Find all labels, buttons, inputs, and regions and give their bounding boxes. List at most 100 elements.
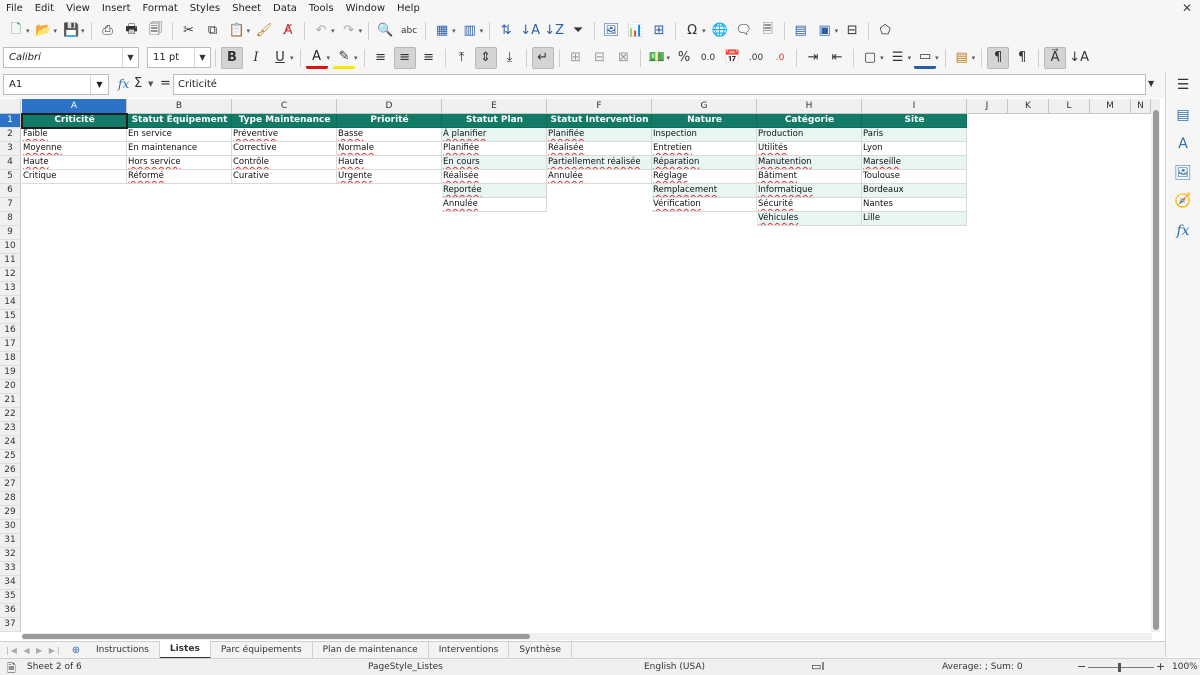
menu-window[interactable]: Window bbox=[340, 0, 391, 17]
show-draw-functions-icon[interactable]: ⬠ bbox=[874, 20, 896, 42]
list-cell[interactable]: Hors service bbox=[127, 156, 232, 170]
list-cell[interactable]: Lyon bbox=[862, 142, 967, 156]
increase-indent-icon[interactable]: ⇥ bbox=[802, 47, 824, 69]
row-header[interactable]: 21 bbox=[0, 394, 21, 408]
list-cell[interactable]: Annulée bbox=[442, 198, 547, 212]
pivot-table-icon[interactable]: ⊞ bbox=[648, 20, 670, 42]
font-name-dropdown-icon[interactable]: ▼ bbox=[122, 48, 138, 67]
header-cell[interactable]: Nature bbox=[652, 114, 757, 128]
freeze-dropdown-icon[interactable]: ▾ bbox=[835, 27, 839, 35]
list-cell[interactable]: Préventive bbox=[232, 128, 337, 142]
list-cell[interactable]: Entretien bbox=[652, 142, 757, 156]
row-header[interactable]: 20 bbox=[0, 380, 21, 394]
underline-dropdown-icon[interactable]: ▾ bbox=[290, 54, 294, 62]
list-cell[interactable]: Planifiée bbox=[547, 128, 652, 142]
list-cell[interactable]: Utilités bbox=[757, 142, 862, 156]
cut-icon[interactable]: ✂ bbox=[178, 20, 200, 42]
paste-icon[interactable]: 📋 bbox=[226, 20, 248, 42]
select-all-corner[interactable] bbox=[0, 99, 21, 114]
column-header[interactable]: F bbox=[547, 99, 652, 114]
column-header[interactable]: A bbox=[22, 99, 127, 114]
column-header[interactable]: E bbox=[442, 99, 547, 114]
column-header[interactable]: I bbox=[862, 99, 967, 114]
list-cell[interactable]: En cours bbox=[442, 156, 547, 170]
delete-decimal-button[interactable]: .0 bbox=[769, 47, 791, 69]
navigator-icon[interactable]: 🧭 bbox=[1173, 191, 1193, 211]
row-header[interactable]: 26 bbox=[0, 464, 21, 478]
name-box[interactable]: A1 ▼ bbox=[3, 74, 109, 95]
row-header[interactable]: 18 bbox=[0, 352, 21, 366]
zoom-level[interactable]: 100% bbox=[1172, 662, 1198, 672]
number-format-button[interactable]: 0.0 bbox=[697, 47, 719, 69]
export-pdf-icon[interactable]: ⎙ bbox=[97, 20, 119, 42]
row-header[interactable]: 19 bbox=[0, 366, 21, 380]
zoom-in-icon[interactable]: + bbox=[1156, 660, 1165, 673]
list-cell[interactable]: Bâtiment bbox=[757, 170, 862, 184]
row-header[interactable]: 29 bbox=[0, 506, 21, 520]
list-cell[interactable]: Réalisée bbox=[442, 170, 547, 184]
menu-insert[interactable]: Insert bbox=[96, 0, 137, 17]
header-cell[interactable]: Catégorie bbox=[757, 114, 862, 128]
list-cell[interactable]: Production bbox=[757, 128, 862, 142]
list-cell[interactable]: Curative bbox=[232, 170, 337, 184]
list-cell[interactable]: Haute bbox=[22, 156, 127, 170]
selection-mode-icon[interactable]: ▭I bbox=[811, 660, 825, 673]
currency-dropdown-icon[interactable]: ▾ bbox=[667, 54, 671, 62]
header-cell[interactable]: Statut Équipement bbox=[127, 114, 232, 128]
border-style-dropdown-icon[interactable]: ▾ bbox=[908, 54, 912, 62]
text-vertical-icon[interactable]: ↓A bbox=[1068, 47, 1090, 69]
row-header[interactable]: 27 bbox=[0, 478, 21, 492]
list-cell[interactable]: Critique bbox=[22, 170, 127, 184]
merge-cells-icon[interactable]: ⊟ bbox=[589, 47, 611, 69]
menu-data[interactable]: Data bbox=[267, 0, 303, 17]
row-header[interactable]: 17 bbox=[0, 338, 21, 352]
tab-plan-de-maintenance[interactable]: Plan de maintenance bbox=[313, 642, 429, 658]
conditional-dropdown-icon[interactable]: ▾ bbox=[972, 54, 976, 62]
header-cell[interactable]: Type Maintenance bbox=[232, 114, 337, 128]
column-header[interactable]: M bbox=[1090, 99, 1131, 114]
row-header[interactable]: 14 bbox=[0, 296, 21, 310]
row-header[interactable]: 7 bbox=[0, 198, 21, 212]
column-header[interactable]: H bbox=[757, 99, 862, 114]
special-character-dropdown-icon[interactable]: ▾ bbox=[702, 27, 706, 35]
redo-icon[interactable]: ↷ bbox=[338, 20, 360, 42]
row-header[interactable]: 25 bbox=[0, 450, 21, 464]
row-header[interactable]: 35 bbox=[0, 590, 21, 604]
merge-center-icon[interactable]: ⊞ bbox=[565, 47, 587, 69]
currency-format-icon[interactable]: 💵 bbox=[646, 47, 668, 69]
list-cell[interactable]: Planifiée bbox=[442, 142, 547, 156]
row-header[interactable]: 15 bbox=[0, 310, 21, 324]
zoom-slider-handle[interactable] bbox=[1118, 663, 1121, 672]
row-header[interactable]: 33 bbox=[0, 562, 21, 576]
list-cell[interactable]: Remplacement bbox=[652, 184, 757, 198]
print-preview-icon[interactable]: 🗐 bbox=[145, 20, 167, 42]
decrease-indent-icon[interactable]: ⇤ bbox=[826, 47, 848, 69]
italic-button[interactable]: I bbox=[245, 47, 267, 69]
list-cell[interactable]: Normale bbox=[337, 142, 442, 156]
list-cell[interactable]: Réparation bbox=[652, 156, 757, 170]
tab-instructions[interactable]: Instructions bbox=[86, 642, 160, 658]
tab-listes[interactable]: Listes bbox=[159, 641, 211, 659]
redo-dropdown-icon[interactable]: ▾ bbox=[359, 27, 363, 35]
formula-icon[interactable]: = bbox=[160, 76, 171, 91]
list-cell[interactable]: Vérification bbox=[652, 198, 757, 212]
borders-icon[interactable]: ▢ bbox=[859, 47, 881, 69]
header-cell[interactable]: Site bbox=[862, 114, 967, 128]
split-window-icon[interactable]: ⊟ bbox=[841, 20, 863, 42]
name-box-dropdown-icon[interactable]: ▼ bbox=[90, 75, 108, 94]
row-icon[interactable]: ▦ bbox=[431, 20, 453, 42]
row-header[interactable]: 23 bbox=[0, 422, 21, 436]
borders-dropdown-icon[interactable]: ▾ bbox=[880, 54, 884, 62]
row-header[interactable]: 8 bbox=[0, 212, 21, 226]
align-top-icon[interactable]: ⤒ bbox=[451, 47, 473, 69]
page-style[interactable]: PageStyle_Listes bbox=[368, 662, 443, 672]
open-dropdown-icon[interactable]: ▾ bbox=[54, 27, 58, 35]
list-cell[interactable]: Informatique bbox=[757, 184, 862, 198]
percent-format-button[interactable]: % bbox=[673, 47, 695, 69]
row-header[interactable]: 2 bbox=[0, 128, 21, 142]
row-dropdown-icon[interactable]: ▾ bbox=[452, 27, 456, 35]
column-header[interactable]: J bbox=[967, 99, 1008, 114]
properties-icon[interactable]: ▤ bbox=[1173, 105, 1193, 125]
function-wizard-icon[interactable]: fx bbox=[118, 77, 129, 91]
column-header[interactable]: C bbox=[232, 99, 337, 114]
